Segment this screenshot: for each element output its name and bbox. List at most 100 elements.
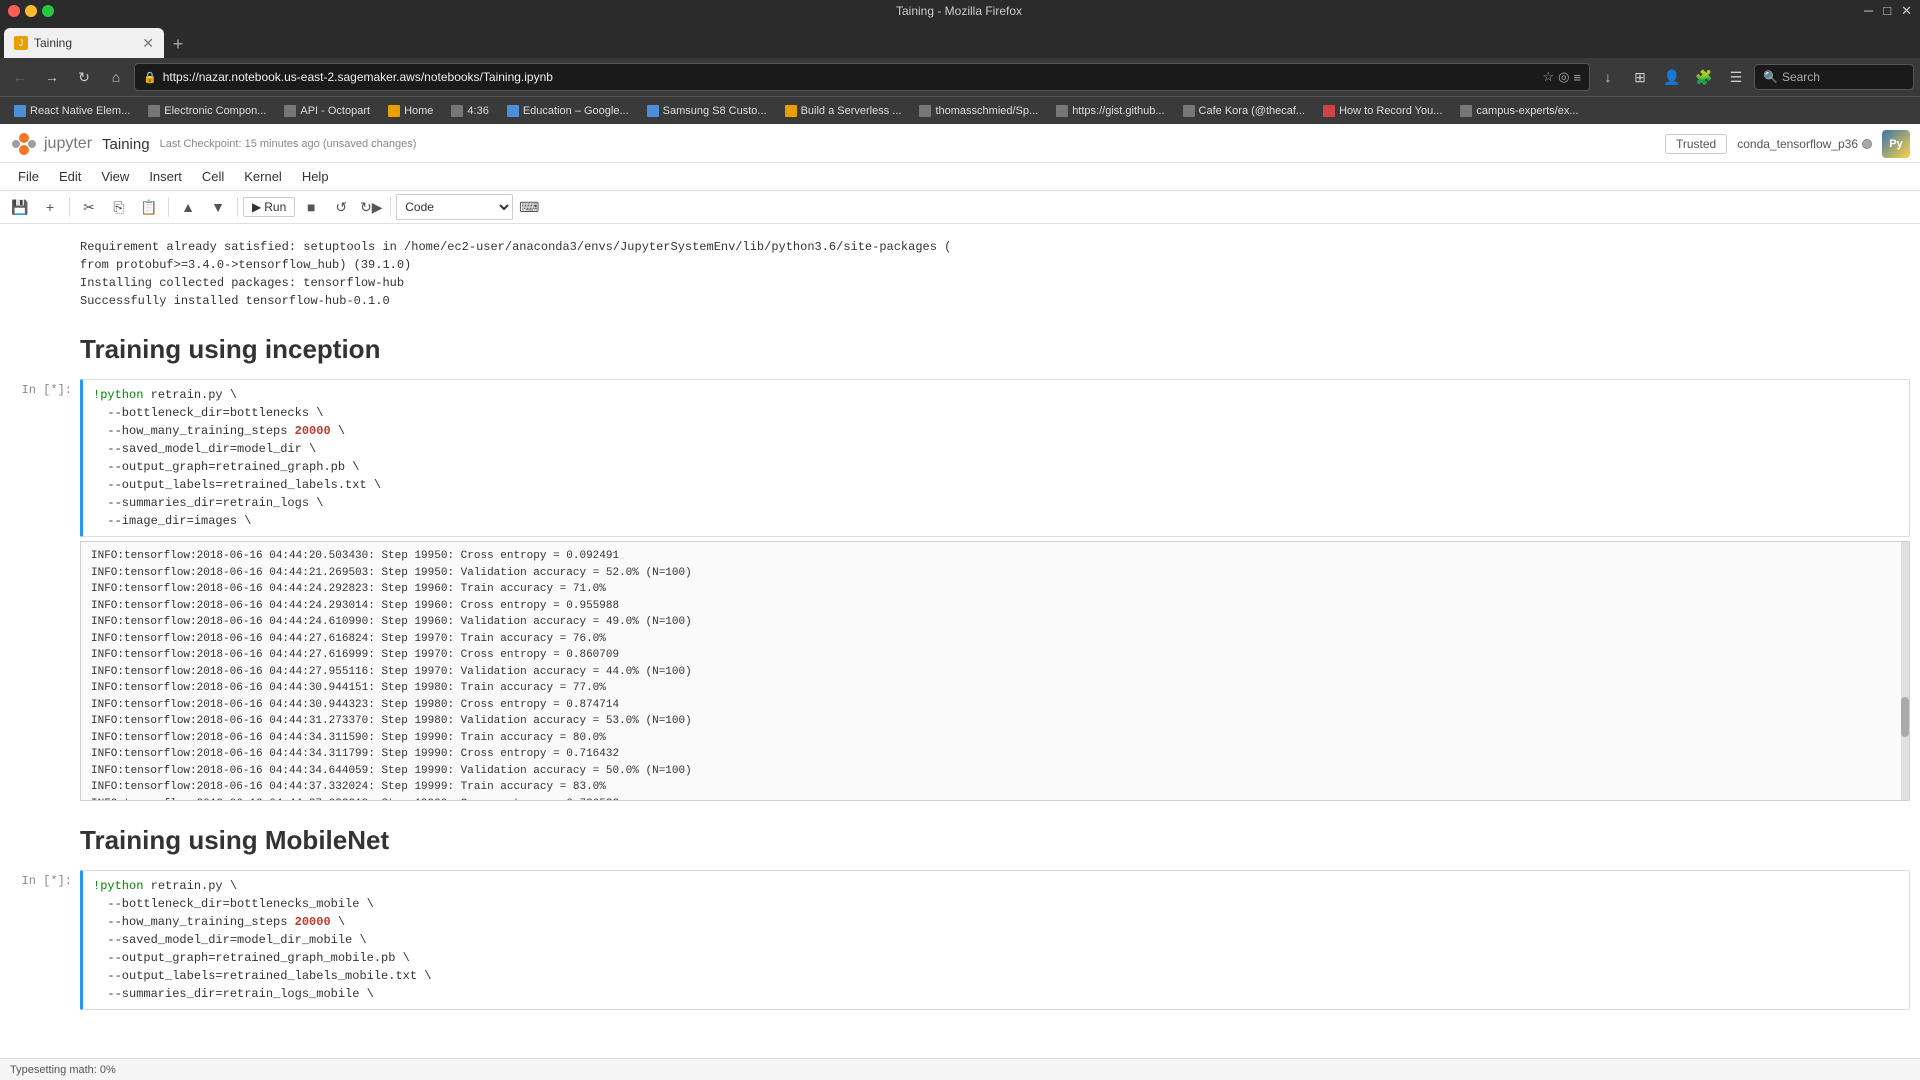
- tab-close-button[interactable]: ✕: [142, 35, 154, 52]
- search-icon: 🔍: [1763, 70, 1778, 84]
- menu-edit[interactable]: Edit: [49, 165, 91, 188]
- menu-view[interactable]: View: [91, 165, 139, 188]
- reader-mode-icon[interactable]: ≡: [1573, 70, 1581, 85]
- bookmark-campus-experts[interactable]: campus-experts/ex...: [1452, 100, 1586, 122]
- cell-mobilenet: In [*]: !python retrain.py \ --bottlenec…: [0, 870, 1920, 1010]
- menu-file[interactable]: File: [8, 165, 49, 188]
- kernel-status-indicator: [1862, 139, 1872, 149]
- bookmark-favicon: [388, 105, 400, 117]
- bookmark-gist[interactable]: https://gist.github...: [1048, 100, 1172, 122]
- home-button[interactable]: ⌂: [102, 63, 130, 91]
- code-line-1: !python retrain.py \: [93, 386, 1899, 404]
- bookmark-label: Education – Google...: [523, 105, 629, 117]
- install-line-3: Installing collected packages: tensorflo…: [80, 274, 1910, 292]
- bookmark-how-to-record[interactable]: How to Record You...: [1315, 100, 1450, 122]
- reload-button[interactable]: ↻: [70, 63, 98, 91]
- keyboard-shortcuts-button[interactable]: ⌨: [515, 194, 543, 220]
- move-up-button[interactable]: ▲: [174, 194, 202, 220]
- bookmark-education[interactable]: Education – Google...: [499, 100, 637, 122]
- cell-mobilenet-code: !python retrain.py \ --bottleneck_dir=bo…: [83, 871, 1909, 1009]
- bookmark-time[interactable]: 4:36: [443, 100, 496, 122]
- tab-favicon: J: [14, 36, 28, 50]
- output-scrollthumb[interactable]: [1901, 697, 1909, 737]
- add-cell-button[interactable]: +: [36, 194, 64, 220]
- bookmarks-bar: React Native Elem... Electronic Compon..…: [0, 96, 1920, 124]
- code-line-2: --bottleneck_dir=bottlenecks \: [93, 404, 1899, 422]
- notebook-content[interactable]: Requirement already satisfied: setuptool…: [0, 224, 1920, 1080]
- new-tab-button[interactable]: +: [164, 30, 192, 58]
- mob-code-line-2: --bottleneck_dir=bottlenecks_mobile \: [93, 895, 1899, 913]
- downloads-icon[interactable]: ↓: [1594, 63, 1622, 91]
- win-max-icon[interactable]: □: [1883, 3, 1891, 19]
- interrupt-button[interactable]: ■: [297, 194, 325, 220]
- mob-code-line-6: --output_labels=retrained_labels_mobile.…: [93, 967, 1899, 985]
- synced-tabs-icon[interactable]: ⊞: [1626, 63, 1654, 91]
- win-close-icon[interactable]: ✕: [1901, 3, 1912, 19]
- minimize-button[interactable]: [25, 5, 37, 17]
- bookmark-label: Cafe Kora (@thecaf...: [1199, 105, 1306, 117]
- search-bar[interactable]: 🔍 Search: [1754, 64, 1914, 90]
- toolbar-separator-3: [237, 197, 238, 217]
- menu-insert[interactable]: Insert: [139, 165, 192, 188]
- forward-button[interactable]: →: [38, 63, 66, 91]
- jupyter-menu: File Edit View Insert Cell Kernel Help: [0, 163, 1920, 191]
- cell-inception-content[interactable]: !python retrain.py \ --bottleneck_dir=bo…: [80, 379, 1910, 537]
- bookmark-thomas[interactable]: thomasschmied/Sp...: [911, 100, 1046, 122]
- code-line-6: --output_labels=retrained_labels.txt \: [93, 476, 1899, 494]
- bookmark-label: Build a Serverless ...: [801, 105, 902, 117]
- notebook-name[interactable]: Taining: [102, 136, 150, 153]
- restart-button[interactable]: ↺: [327, 194, 355, 220]
- menu-cell[interactable]: Cell: [192, 165, 234, 188]
- bookmark-favicon: [284, 105, 296, 117]
- bookmark-samsung[interactable]: Samsung S8 Custo...: [639, 100, 775, 122]
- search-placeholder: Search: [1782, 70, 1820, 84]
- kernel-status: conda_tensorflow_p36: [1737, 137, 1872, 151]
- close-button[interactable]: [8, 5, 20, 17]
- save-button[interactable]: 💾: [6, 194, 34, 220]
- window-controls[interactable]: [8, 5, 54, 17]
- cell-type-select[interactable]: Code Markdown Raw NBConvert: [396, 194, 513, 220]
- maximize-button[interactable]: [42, 5, 54, 17]
- bookmark-label: React Native Elem...: [30, 105, 130, 117]
- output-scrollbar[interactable]: [1901, 542, 1909, 800]
- menu-icon[interactable]: ☰: [1722, 63, 1750, 91]
- title-bar: Taining - Mozilla Firefox ─ □ ✕: [0, 0, 1920, 22]
- menu-help[interactable]: Help: [292, 165, 339, 188]
- lock-icon: 🔒: [143, 71, 157, 84]
- add-ons-icon[interactable]: 🧩: [1690, 63, 1718, 91]
- back-button[interactable]: ←: [6, 63, 34, 91]
- copy-button[interactable]: ⎘: [105, 194, 133, 220]
- url-bar[interactable]: 🔒 https://nazar.notebook.us-east-2.sagem…: [134, 63, 1590, 91]
- restart-run-button[interactable]: ↻▶: [357, 194, 385, 220]
- cell-inception: In [*]: !python retrain.py \ --bottlenec…: [0, 379, 1920, 537]
- bookmark-electronic[interactable]: Electronic Compon...: [140, 100, 274, 122]
- jupyter-container: jupyter Taining Last Checkpoint: 15 minu…: [0, 124, 1920, 1080]
- run-button[interactable]: ▶ Run: [243, 197, 295, 217]
- bookmark-api-octopart[interactable]: API - Octopart: [276, 100, 378, 122]
- win-min-icon[interactable]: ─: [1864, 3, 1873, 19]
- jupyter-header-right: Trusted conda_tensorflow_p36 Py: [1665, 130, 1910, 158]
- bookmark-favicon: [451, 105, 463, 117]
- bookmark-cafe-kora[interactable]: Cafe Kora (@thecaf...: [1175, 100, 1314, 122]
- bookmark-home[interactable]: Home: [380, 100, 441, 122]
- output-box-content: INFO:tensorflow:2018-06-16 04:44:20.5034…: [81, 542, 1909, 801]
- menu-kernel[interactable]: Kernel: [234, 165, 292, 188]
- bookmark-serverless[interactable]: Build a Serverless ...: [777, 100, 910, 122]
- paste-button[interactable]: 📋: [135, 194, 163, 220]
- cut-button[interactable]: ✂: [75, 194, 103, 220]
- jupyter-header: jupyter Taining Last Checkpoint: 15 minu…: [0, 124, 1920, 163]
- firefox-account-icon[interactable]: 👤: [1658, 63, 1686, 91]
- bookmark-label: API - Octopart: [300, 105, 370, 117]
- bookmark-star-icon[interactable]: ☆: [1542, 69, 1554, 85]
- pocket-icon[interactable]: ◎: [1558, 69, 1569, 85]
- move-down-button[interactable]: ▼: [204, 194, 232, 220]
- code-line-4: --saved_model_dir=model_dir \: [93, 440, 1899, 458]
- code-line-7: --summaries_dir=retrain_logs \: [93, 494, 1899, 512]
- trusted-button[interactable]: Trusted: [1665, 134, 1727, 154]
- toolbar-separator-4: [390, 197, 391, 217]
- bookmark-label: thomasschmied/Sp...: [935, 105, 1038, 117]
- browser-tab-taining[interactable]: J Taining ✕: [4, 28, 164, 58]
- bookmark-react-native[interactable]: React Native Elem...: [6, 100, 138, 122]
- code-line-8: --image_dir=images \: [93, 512, 1899, 530]
- cell-mobilenet-content[interactable]: !python retrain.py \ --bottleneck_dir=bo…: [80, 870, 1910, 1010]
